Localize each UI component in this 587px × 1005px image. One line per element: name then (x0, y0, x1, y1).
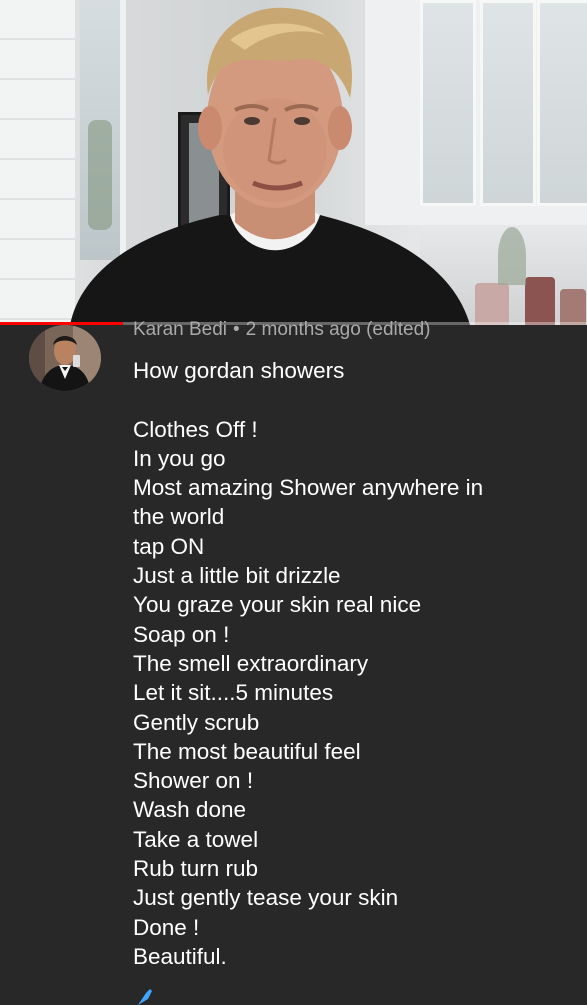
comment-line: Clothes Off ! (133, 416, 258, 442)
comment-timestamp[interactable]: 2 months ago (edited) (246, 319, 431, 340)
comment-line: Beautiful. (133, 943, 227, 969)
comment-line: Just gently tease your skin (133, 885, 399, 911)
comment-line: Rub turn rub (133, 856, 259, 882)
comment-line: the world (133, 504, 225, 530)
comment-line: Just a little bit drizzle (133, 563, 341, 589)
comment-blank-line (133, 385, 553, 414)
video-player[interactable] (0, 0, 587, 325)
comment-first-line: How gordan showers (133, 358, 345, 383)
comment-line: Gently scrub (133, 709, 260, 735)
meta-separator: • (233, 319, 240, 340)
comment-meta: Karan Bedi • 2 months ago (edited) (133, 319, 431, 341)
comment-line: Let it sit....5 minutes (133, 680, 334, 706)
comment-line: In you go (133, 445, 226, 471)
comment-author[interactable]: Karan Bedi (133, 319, 227, 340)
comment-line: Done ! (133, 914, 200, 940)
comment-line: Soap on ! (133, 621, 230, 647)
video-presenter (70, 7, 470, 325)
comment-line: tap ON (133, 533, 205, 559)
comment-line: Take a towel (133, 826, 259, 852)
video-background-wall (0, 0, 75, 325)
comment-line: The most beautiful feel (133, 738, 361, 764)
comment-line: Shower on ! (133, 768, 254, 794)
comment: Karan Bedi • 2 months ago (edited) How gor… (0, 319, 587, 1005)
comment-line: The smell extraordinary (133, 650, 369, 676)
comment-line: Most amazing Shower anywhere in (133, 475, 484, 501)
comment-line: Wash done (133, 797, 246, 823)
thumbs-up-icon[interactable] (134, 989, 158, 1005)
avatar[interactable] (29, 325, 101, 391)
comment-text: How gordan showers Clothes Off ! In you g… (133, 356, 553, 971)
comment-line: You graze your skin real nice (133, 592, 422, 618)
